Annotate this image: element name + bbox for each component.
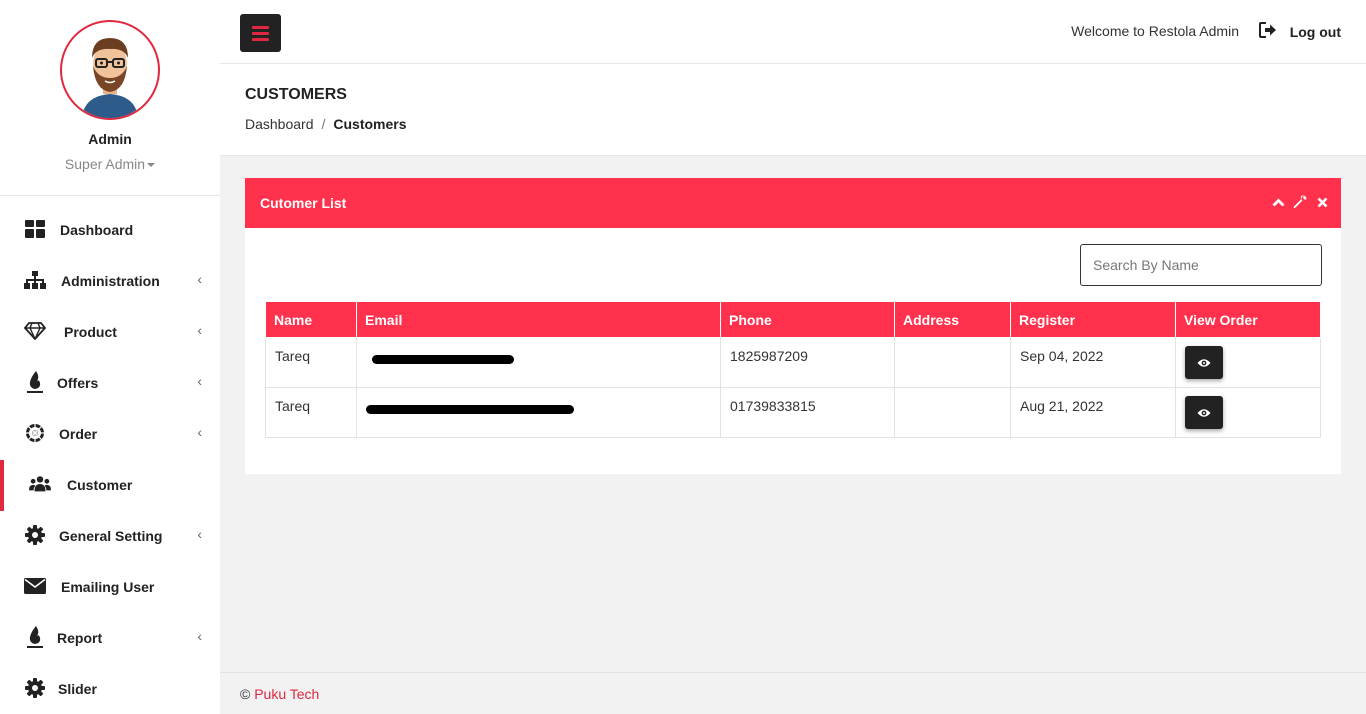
sidebar-item-product[interactable]: Product ‹ xyxy=(0,307,220,358)
view-order-button[interactable] xyxy=(1185,396,1223,429)
gear-icon xyxy=(24,678,46,698)
cell-register: Sep 04, 2022 xyxy=(1010,337,1176,388)
wrench-icon[interactable] xyxy=(1293,194,1307,210)
cell-view-order xyxy=(1175,337,1321,388)
sidebar-item-label: Dashboard xyxy=(60,222,134,238)
eye-icon xyxy=(1197,355,1211,371)
chevron-left-icon: ‹ xyxy=(197,526,202,542)
cell-address xyxy=(894,337,1011,388)
sidebar-item-label: Administration xyxy=(61,273,160,289)
redacted-email xyxy=(366,404,574,414)
copyright-symbol: © xyxy=(240,686,251,702)
welcome-text: Welcome to Restola Admin xyxy=(1071,23,1239,39)
sidebar-item-emailing-user[interactable]: Emailing User xyxy=(0,562,220,613)
profile-name: Admin xyxy=(88,131,132,147)
chevron-up-icon[interactable] xyxy=(1271,194,1285,210)
cell-view-order xyxy=(1175,387,1321,438)
breadcrumb-current: Customers xyxy=(333,116,407,132)
chevron-left-icon: ‹ xyxy=(197,271,202,287)
topbar: Welcome to Restola Admin Log out xyxy=(220,0,1366,64)
hamburger-line xyxy=(252,38,269,41)
caret-down-icon xyxy=(147,163,156,168)
sidebar-item-offers[interactable]: Offers ‹ xyxy=(0,358,220,409)
panel-header: Cutomer List xyxy=(245,178,1341,228)
sidebar-item-general-setting[interactable]: General Setting ‹ xyxy=(0,511,220,562)
redacted-email xyxy=(372,354,514,364)
sidebar-item-administration[interactable]: Administration ‹ xyxy=(0,256,220,307)
column-header-name[interactable]: Name xyxy=(265,301,357,338)
search-input[interactable] xyxy=(1080,244,1322,286)
column-header-view-order[interactable]: View Order xyxy=(1175,301,1321,338)
sidebar-item-label: General Setting xyxy=(59,528,163,544)
table-header-row: Name Email Phone Address Register View O… xyxy=(265,301,1321,338)
panel-title: Cutomer List xyxy=(260,195,347,211)
users-icon xyxy=(29,474,51,494)
sidebar-item-label: Customer xyxy=(67,477,133,493)
cell-name: Tareq xyxy=(265,337,357,388)
sidebar-item-label: Order xyxy=(59,426,98,442)
sidebar-item-label: Offers xyxy=(57,375,99,391)
sidebar-item-slider[interactable]: Slider xyxy=(0,664,220,714)
footer-company-link[interactable]: Puku Tech xyxy=(254,686,319,702)
sidebar-item-label: Report xyxy=(57,630,103,646)
sitemap-icon xyxy=(24,270,46,290)
table-row: Tareq 01739833815 Aug 21, 2022 xyxy=(265,387,1321,438)
diamond-icon xyxy=(24,321,46,341)
breadcrumb: Dashboard / Customers xyxy=(245,116,407,132)
avatar[interactable] xyxy=(60,20,160,120)
chevron-left-icon: ‹ xyxy=(197,373,202,389)
sidebar-item-report[interactable]: Report ‹ xyxy=(0,613,220,664)
page-header: CUSTOMERS Dashboard / Customers xyxy=(220,64,1366,156)
sidebar-item-label: Product xyxy=(64,324,117,340)
cell-email xyxy=(356,387,721,438)
envelope-icon xyxy=(24,576,46,596)
sidebar-item-label: Emailing User xyxy=(61,579,155,595)
view-order-button[interactable] xyxy=(1185,346,1223,379)
page-title: CUSTOMERS xyxy=(245,86,347,103)
sidebar-menu: Dashboard Administration ‹ Product ‹ Off… xyxy=(0,205,220,714)
profile-role-dropdown[interactable]: Super Admin xyxy=(0,156,220,172)
cell-register: Aug 21, 2022 xyxy=(1010,387,1176,438)
cell-name: Tareq xyxy=(265,387,357,438)
sidebar: Admin Super Admin Dashboard Administrati… xyxy=(0,0,220,714)
eye-icon xyxy=(1197,405,1211,421)
customer-list-panel: Cutomer List Name Email Phone Address Re… xyxy=(245,178,1341,474)
column-header-email[interactable]: Email xyxy=(356,301,721,338)
breadcrumb-separator: / xyxy=(321,116,326,132)
sidebar-item-label: Slider xyxy=(58,681,97,697)
footer-text: © Puku Tech xyxy=(240,686,319,702)
column-header-phone[interactable]: Phone xyxy=(720,301,895,338)
cell-phone: 01739833815 xyxy=(720,387,895,438)
logout-link[interactable]: Log out xyxy=(1290,24,1341,40)
close-icon[interactable] xyxy=(1315,194,1329,210)
table-row: Tareq 1825987209 Sep 04, 2022 xyxy=(265,337,1321,388)
profile-block: Admin Super Admin xyxy=(0,0,220,196)
sidebar-item-dashboard[interactable]: Dashboard xyxy=(0,205,220,256)
sidebar-item-customer[interactable]: Customer xyxy=(0,460,220,511)
cell-email xyxy=(356,337,721,388)
chevron-left-icon: ‹ xyxy=(197,628,202,644)
fire-icon xyxy=(24,371,46,393)
dashboard-icon xyxy=(24,219,46,239)
sidebar-item-order[interactable]: Order ‹ xyxy=(0,409,220,460)
footer: © Puku Tech xyxy=(220,672,1366,714)
hamburger-line xyxy=(252,26,269,29)
profile-role-label: Super Admin xyxy=(64,156,146,172)
spinner-icon xyxy=(24,423,46,443)
hamburger-line xyxy=(252,32,269,35)
menu-toggle-button[interactable] xyxy=(240,14,281,52)
column-header-register[interactable]: Register xyxy=(1010,301,1176,338)
customer-table: Name Email Phone Address Register View O… xyxy=(265,301,1321,438)
gear-icon xyxy=(24,525,46,545)
cell-phone: 1825987209 xyxy=(720,337,895,388)
chevron-left-icon: ‹ xyxy=(197,424,202,440)
breadcrumb-dashboard[interactable]: Dashboard xyxy=(245,116,314,132)
chevron-left-icon: ‹ xyxy=(197,322,202,338)
fire-icon xyxy=(24,626,46,648)
sign-out-icon[interactable] xyxy=(1259,21,1277,39)
cell-address xyxy=(894,387,1011,438)
column-header-address[interactable]: Address xyxy=(894,301,1011,338)
panel-tools xyxy=(1271,194,1329,210)
